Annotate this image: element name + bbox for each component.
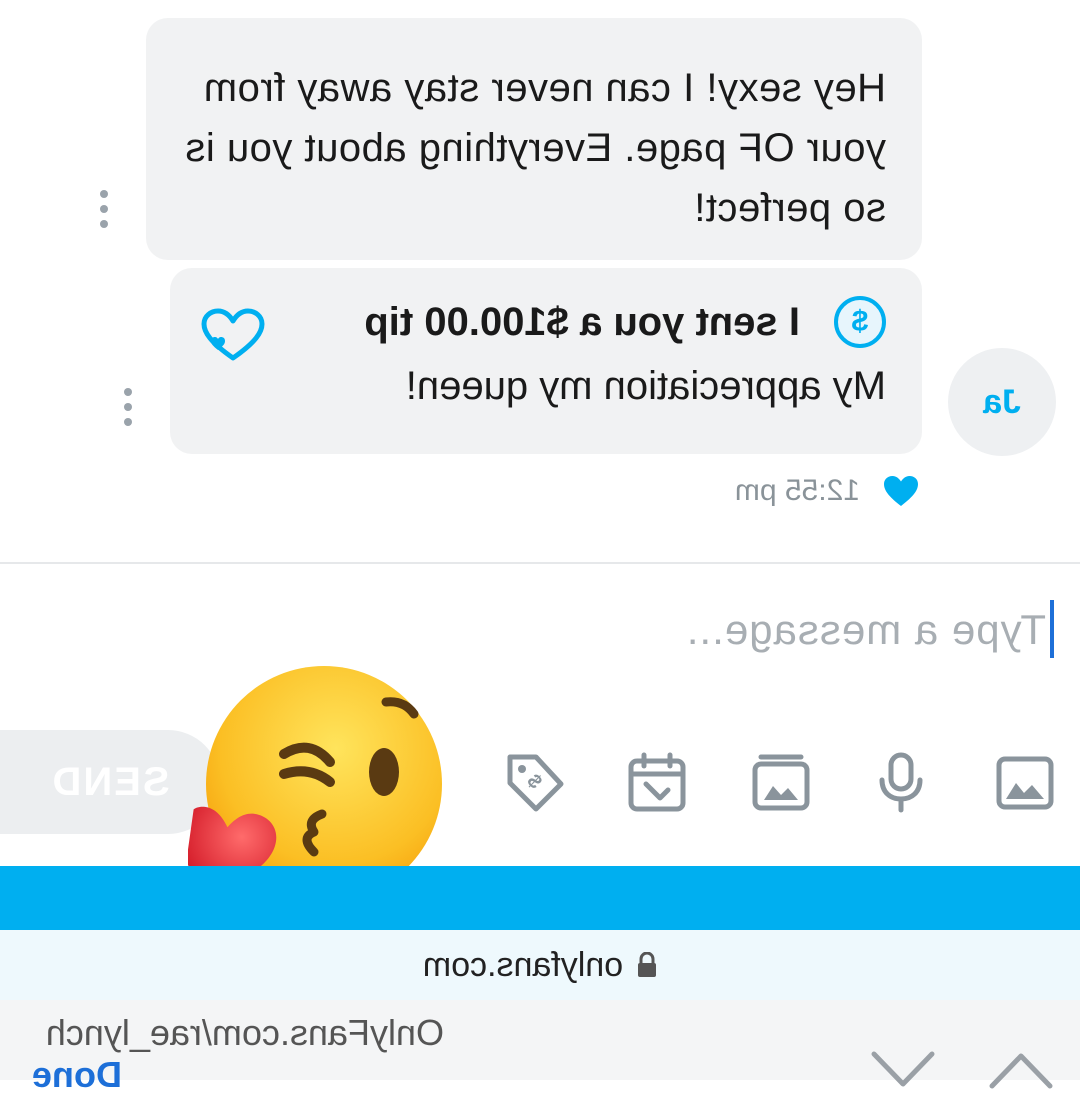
divider bbox=[0, 562, 1080, 564]
dollar-icon: $ bbox=[834, 296, 886, 348]
price-tag-icon[interactable]: $ bbox=[504, 752, 566, 814]
full-url-text: OnlyFans.com/rae_lynch bbox=[45, 1012, 444, 1053]
message-meta: 12:55 pm bbox=[735, 474, 920, 508]
send-button-label: SEND bbox=[50, 759, 170, 804]
message-timestamp: 12:55 pm bbox=[734, 474, 860, 507]
page-bottom-bar bbox=[0, 866, 1080, 930]
calendar-icon[interactable] bbox=[626, 752, 688, 814]
avatar-initials: Ja bbox=[983, 382, 1021, 421]
text-cursor bbox=[1050, 600, 1054, 658]
chevron-up-icon[interactable] bbox=[986, 1050, 1056, 1090]
done-button[interactable]: Done bbox=[32, 1054, 122, 1096]
message-text: My appreciation my queen! bbox=[405, 364, 886, 408]
send-button[interactable]: SEND bbox=[0, 730, 220, 834]
message-bubble-tip: $ I sent you a $100.00 tip My appreciati… bbox=[170, 268, 922, 454]
message-options-icon[interactable] bbox=[124, 388, 132, 433]
heart-filled-icon[interactable] bbox=[882, 474, 920, 508]
message-options-icon[interactable] bbox=[100, 190, 108, 235]
tip-text: I sent you a $100.00 tip bbox=[364, 299, 800, 344]
browser-address-bar[interactable]: onlyfans.com bbox=[0, 930, 1080, 1000]
avatar[interactable]: Ja bbox=[948, 348, 1056, 456]
microphone-icon[interactable] bbox=[870, 752, 932, 814]
message-input-placeholder: Type a message... bbox=[685, 606, 1046, 653]
tip-line: $ I sent you a $100.00 tip bbox=[364, 296, 886, 348]
address-domain: onlyfans.com bbox=[422, 945, 624, 984]
message-input[interactable]: Type a message... bbox=[30, 598, 1080, 662]
lock-icon bbox=[638, 952, 657, 977]
message-text: Hey sexy! I can never stay away from you… bbox=[184, 66, 886, 230]
svg-text:$: $ bbox=[523, 770, 546, 793]
image-icon[interactable] bbox=[994, 752, 1056, 814]
vault-icon[interactable] bbox=[750, 752, 812, 814]
message-bubble-first: Hey sexy! I can never stay away from you… bbox=[146, 18, 922, 260]
heart-outline-icon[interactable] bbox=[200, 308, 266, 364]
chevron-down-icon[interactable] bbox=[868, 1050, 938, 1090]
browser-bottom-panel: OnlyFans.com/rae_lynch Done bbox=[0, 1000, 1080, 1095]
